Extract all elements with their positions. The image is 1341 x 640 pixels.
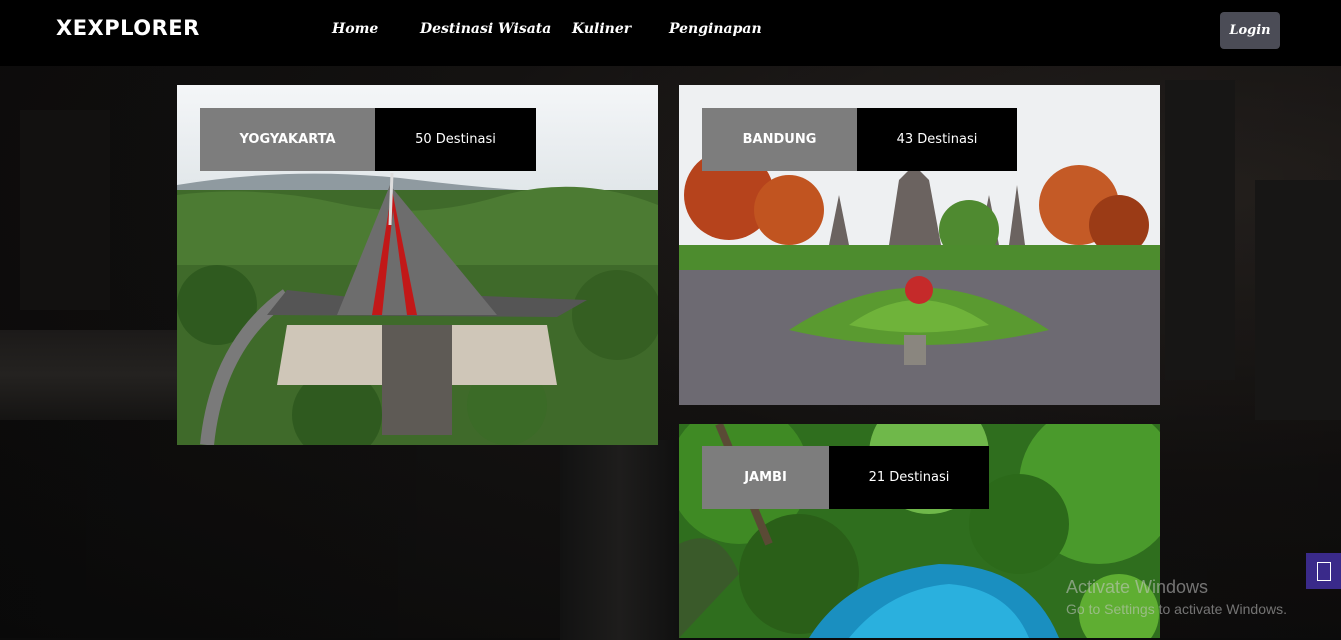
nav-kuliner[interactable]: Kuliner [572,21,631,37]
side-widget-button[interactable] [1306,553,1341,589]
watermark-title: Activate Windows [1066,577,1209,597]
window-icon [1317,562,1331,581]
card-label: BANDUNG 43 Destinasi [702,108,1017,171]
background-building [1255,180,1341,420]
background-building [20,110,110,310]
card-city: YOGYAKARTA [200,108,375,171]
nav-destinasi-wisata[interactable]: Destinasi Wisata [420,21,551,37]
card-city: JAMBI [702,446,829,509]
navbar: XEXPLORER Home Destinasi Wisata Kuliner … [0,0,1341,66]
destination-card-bandung[interactable]: BANDUNG 43 Destinasi [679,85,1160,405]
card-count: 43 Destinasi [857,108,1017,171]
card-city: BANDUNG [702,108,857,171]
windows-activation-watermark: Activate Windows Go to Settings to activ… [1066,577,1287,617]
card-label: YOGYAKARTA 50 Destinasi [200,108,536,171]
card-count: 50 Destinasi [375,108,536,171]
destination-card-yogyakarta[interactable]: YOGYAKARTA 50 Destinasi [177,85,658,445]
card-label: JAMBI 21 Destinasi [702,446,989,509]
nav-home[interactable]: Home [332,21,378,37]
background-building [1165,80,1235,380]
card-count: 21 Destinasi [829,446,989,509]
brand-logo[interactable]: XEXPLORER [56,16,200,40]
watermark-subtitle: Go to Settings to activate Windows. [1066,601,1287,617]
nav-penginapan[interactable]: Penginapan [669,21,762,37]
background-road [560,440,680,640]
login-button[interactable]: Login [1220,12,1280,49]
